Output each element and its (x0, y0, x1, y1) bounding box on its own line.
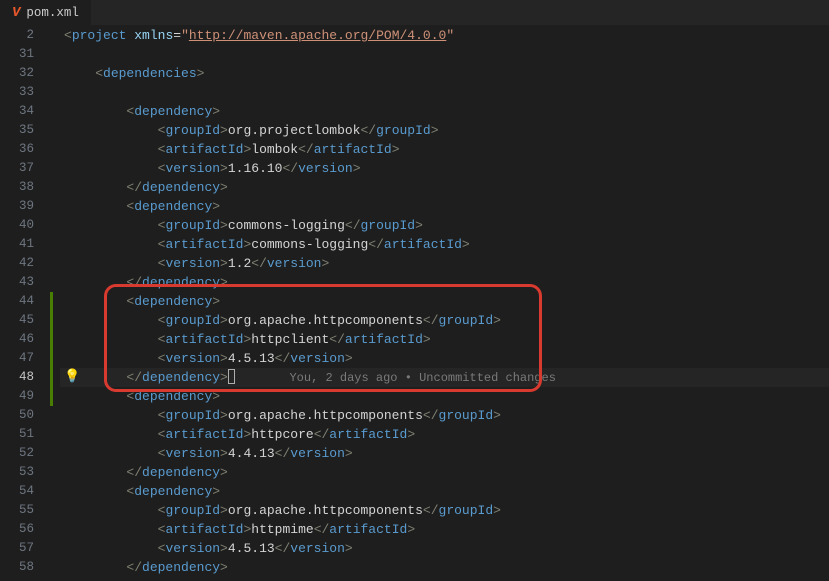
code-line[interactable]: <dependency> (64, 482, 829, 501)
margin-decoration: 💡 (50, 26, 60, 581)
code-line[interactable]: <version>4.5.13</version> (64, 349, 829, 368)
line-number: 57 (0, 539, 34, 558)
line-number-gutter: 2 31 32 33 34 35 36 37 38 39 40 41 42 43… (0, 26, 50, 581)
line-number: 54 (0, 482, 34, 501)
line-number: 48 (0, 368, 34, 387)
line-number: 51 (0, 425, 34, 444)
code-line[interactable]: <version>1.2</version> (64, 254, 829, 273)
line-number: 42 (0, 254, 34, 273)
text-cursor (228, 369, 235, 384)
code-line[interactable]: <dependency> (64, 387, 829, 406)
git-added-marker (50, 292, 53, 406)
line-number: 44 (0, 292, 34, 311)
code-line[interactable]: <artifactId>httpclient</artifactId> (64, 330, 829, 349)
line-number: 50 (0, 406, 34, 425)
code-line[interactable]: <version>4.5.13</version> (64, 539, 829, 558)
line-number: 47 (0, 349, 34, 368)
line-number: 38 (0, 178, 34, 197)
code-line[interactable] (64, 83, 829, 102)
line-number: 49 (0, 387, 34, 406)
line-number: 33 (0, 83, 34, 102)
code-line[interactable]: <groupId>org.projectlombok</groupId> (64, 121, 829, 140)
code-area[interactable]: <project xmlns="http://maven.apache.org/… (60, 26, 829, 581)
line-number: 56 (0, 520, 34, 539)
line-number: 58 (0, 558, 34, 577)
code-line[interactable]: <dependency> (64, 102, 829, 121)
code-line[interactable]: <dependency> (64, 197, 829, 216)
line-number: 52 (0, 444, 34, 463)
code-line[interactable]: <dependency> (64, 292, 829, 311)
code-line[interactable]: </dependency> (64, 273, 829, 292)
line-number: 39 (0, 197, 34, 216)
line-number: 53 (0, 463, 34, 482)
line-number: 41 (0, 235, 34, 254)
line-number: 34 (0, 102, 34, 121)
code-line[interactable]: </dependency> (64, 178, 829, 197)
line-number: 35 (0, 121, 34, 140)
code-line[interactable]: </dependency> You, 2 days ago • Uncommit… (64, 368, 829, 387)
line-number: 46 (0, 330, 34, 349)
editor-tab[interactable]: V pom.xml (0, 0, 91, 26)
line-number: 2 (0, 26, 34, 45)
code-line[interactable] (64, 45, 829, 64)
tab-title: pom.xml (26, 6, 79, 20)
line-number: 40 (0, 216, 34, 235)
line-number: 45 (0, 311, 34, 330)
code-line[interactable]: </dependency> (64, 558, 829, 577)
line-number: 55 (0, 501, 34, 520)
code-line[interactable]: <dependencies> (64, 64, 829, 83)
code-line[interactable]: <groupId>org.apache.httpcomponents</grou… (64, 501, 829, 520)
code-line[interactable]: <groupId>org.apache.httpcomponents</grou… (64, 311, 829, 330)
git-blame-lens[interactable]: You, 2 days ago • Uncommitted changes (289, 371, 555, 385)
code-line[interactable]: <artifactId>httpmime</artifactId> (64, 520, 829, 539)
code-line[interactable]: <version>1.16.10</version> (64, 159, 829, 178)
line-number: 32 (0, 64, 34, 83)
code-line[interactable]: <groupId>commons-logging</groupId> (64, 216, 829, 235)
code-line[interactable]: <version>4.4.13</version> (64, 444, 829, 463)
code-line[interactable]: <artifactId>commons-logging</artifactId> (64, 235, 829, 254)
line-number: 43 (0, 273, 34, 292)
editor: 2 31 32 33 34 35 36 37 38 39 40 41 42 43… (0, 26, 829, 581)
line-number: 31 (0, 45, 34, 64)
code-line[interactable]: <artifactId>httpcore</artifactId> (64, 425, 829, 444)
line-number: 37 (0, 159, 34, 178)
line-number: 36 (0, 140, 34, 159)
tab-bar: V pom.xml (0, 0, 829, 26)
code-line[interactable]: <groupId>org.apache.httpcomponents</grou… (64, 406, 829, 425)
maven-icon: V (12, 5, 20, 21)
code-line[interactable]: <project xmlns="http://maven.apache.org/… (64, 26, 829, 45)
code-line[interactable]: </dependency> (64, 463, 829, 482)
code-line[interactable]: <artifactId>lombok</artifactId> (64, 140, 829, 159)
